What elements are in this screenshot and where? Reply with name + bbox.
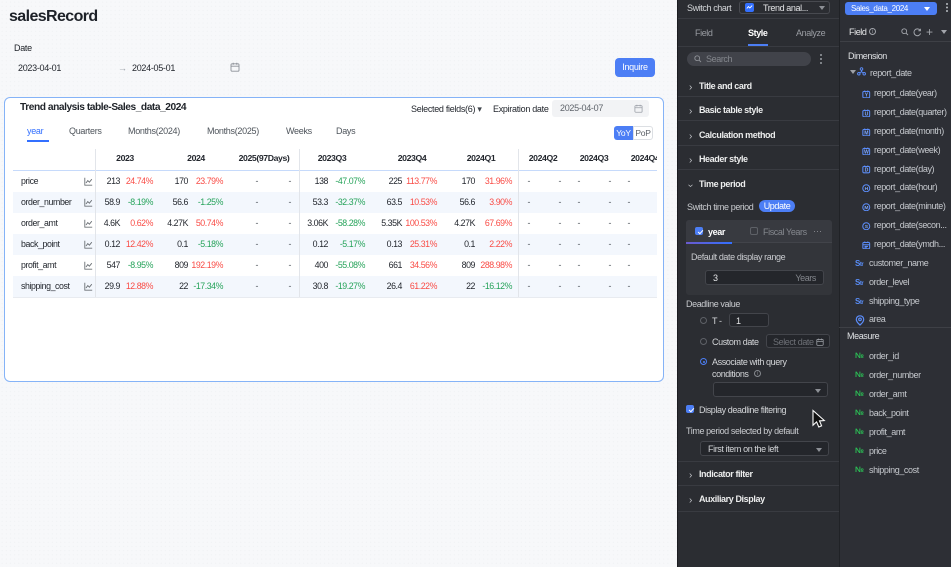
svg-text:M: M: [864, 131, 868, 137]
svg-text:W: W: [864, 150, 869, 156]
svg-text:M: M: [864, 205, 868, 211]
